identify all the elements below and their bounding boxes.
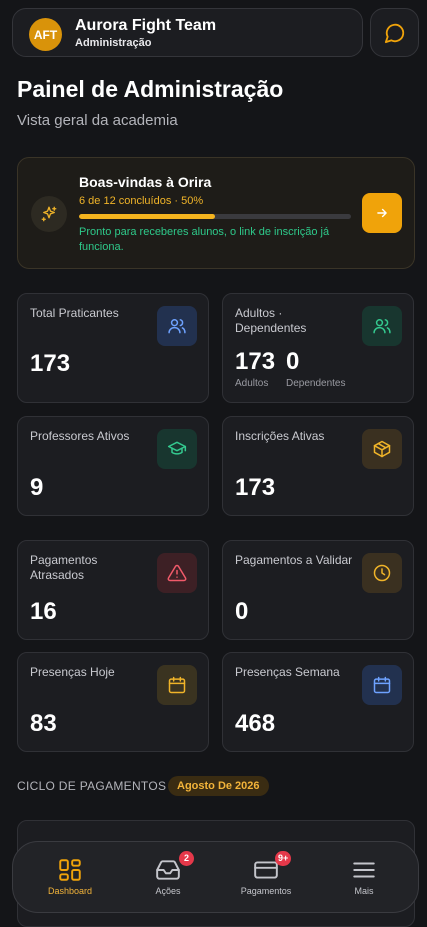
stat-card-active-teachers[interactable]: Professores Ativos 9 — [17, 416, 209, 516]
payment-cycle-heading: CICLO DE PAGAMENTOS — [17, 779, 167, 793]
stat-label: Total Praticantes — [30, 306, 119, 320]
sparkles-icon — [31, 196, 67, 232]
stat-card-attendance-today[interactable]: Presenças Hoje 83 — [17, 652, 209, 752]
menu-icon — [353, 862, 375, 878]
page-title: Painel de Administração — [17, 76, 284, 102]
nav-label: Dashboard — [47, 886, 93, 896]
payments-badge: 9+ — [275, 851, 292, 866]
top-bar: AFT Aurora Fight Team Administração — [12, 8, 419, 58]
dependents-label: Dependentes — [286, 378, 346, 389]
stat-value: 9 — [30, 474, 44, 501]
arrow-right-icon — [377, 208, 387, 218]
stat-card-late-payments[interactable]: Pagamentos Atrasados 16 — [17, 540, 209, 640]
stat-label: Pagamentos Atrasados — [30, 553, 98, 582]
stat-label: Presenças Hoje — [30, 665, 115, 679]
package-icon — [362, 429, 402, 469]
stat-label: Presenças Semana — [235, 665, 340, 679]
chat-bubble-icon — [384, 23, 404, 43]
team-avatar: AFT — [29, 18, 62, 51]
stat-value: 0 — [235, 598, 249, 625]
stat-card-attendance-week[interactable]: Presenças Semana 468 — [222, 652, 414, 752]
onboarding-progress-bar — [79, 214, 351, 219]
nav-label: Ações — [155, 886, 181, 896]
continue-onboarding-button[interactable] — [362, 193, 402, 233]
stat-value: 16 — [30, 598, 57, 625]
nav-item-more[interactable]: Mais — [316, 842, 412, 914]
users-icon — [362, 306, 402, 346]
chat-button[interactable] — [370, 8, 419, 57]
team-name: Aurora Fight Team — [75, 17, 217, 34]
stat-label: Adultos · Dependentes — [235, 306, 307, 335]
calendar-icon — [362, 665, 402, 705]
stat-value: 83 — [30, 710, 57, 737]
onboarding-progress-fill — [79, 214, 215, 219]
clock-icon — [362, 553, 402, 593]
actions-badge: 2 — [179, 851, 194, 866]
stat-value: 468 — [235, 710, 276, 737]
welcome-note: Pronto para receberes alunos, o link de … — [79, 226, 330, 253]
stat-card-active-enrollments[interactable]: Inscrições Ativas 173 — [222, 416, 414, 516]
dashboard-icon — [59, 859, 81, 881]
welcome-card: Boas-vindas à Orira 6 de 12 concluídos ·… — [17, 157, 415, 269]
stat-label: Professores Ativos — [30, 429, 130, 443]
graduation-cap-icon — [157, 429, 197, 469]
stat-value: 173 — [235, 474, 276, 501]
page-subtitle: Vista geral da academia — [17, 112, 178, 129]
stat-label: Inscrições Ativas — [235, 429, 325, 443]
alert-triangle-icon — [157, 553, 197, 593]
inbox-icon — [156, 860, 180, 880]
adults-value: 173 — [235, 348, 276, 375]
stat-card-total-practitioners[interactable]: Total Praticantes 173 — [17, 293, 209, 403]
stat-card-adults-dependents[interactable]: Adultos · Dependentes 173 Adultos 0 Depe… — [222, 293, 414, 403]
stat-label: Pagamentos a Validar — [235, 553, 353, 567]
nav-label: Mais — [354, 886, 374, 896]
adults-label: Adultos — [235, 378, 269, 389]
team-role: Administração — [75, 37, 152, 49]
cycle-month-badge: Agosto De 2026 — [168, 776, 269, 796]
bottom-navigation: Dashboard 2 Ações 9+ Pagamentos Mais — [12, 841, 419, 913]
stat-value: 173 — [30, 350, 71, 377]
welcome-title: Boas-vindas à Orira — [79, 174, 212, 190]
team-switcher[interactable]: AFT Aurora Fight Team Administração — [12, 8, 363, 57]
nav-label: Pagamentos — [240, 886, 292, 896]
nav-item-dashboard[interactable]: Dashboard — [22, 842, 118, 914]
nav-item-payments[interactable]: 9+ Pagamentos — [218, 842, 314, 914]
users-icon — [157, 306, 197, 346]
dependents-value: 0 — [286, 348, 300, 375]
welcome-progress-text: 6 de 12 concluídos · 50% — [79, 195, 204, 207]
nav-item-actions[interactable]: 2 Ações — [120, 842, 216, 914]
stat-card-payments-to-validate[interactable]: Pagamentos a Validar 0 — [222, 540, 414, 640]
calendar-icon — [157, 665, 197, 705]
